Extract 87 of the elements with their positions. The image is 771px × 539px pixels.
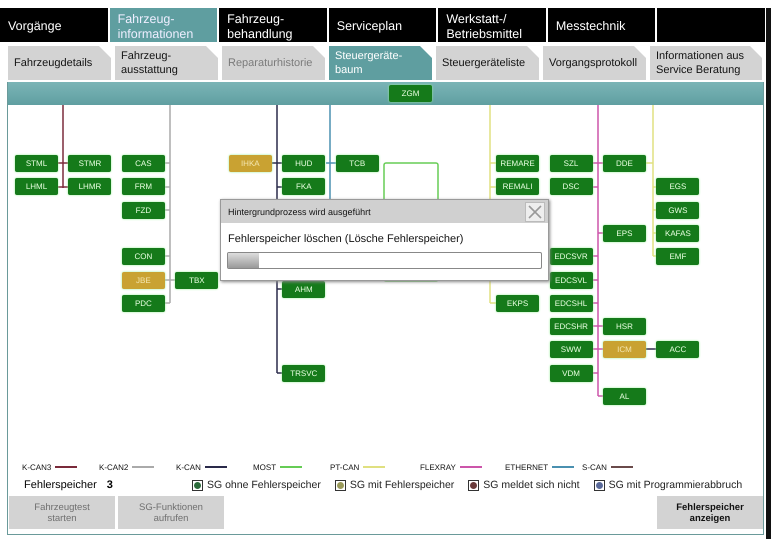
control-unit-node[interactable]: AHM: [282, 280, 326, 298]
connector-line: [592, 348, 603, 350]
connector-line: [58, 162, 69, 164]
control-unit-node[interactable]: EDCSHR: [550, 318, 592, 336]
control-unit-node[interactable]: TRSVC: [282, 364, 326, 382]
legend-label: FLEXRAY: [420, 462, 456, 472]
control-unit-node[interactable]: STMR: [68, 155, 112, 172]
status-legend-label: SG ohne Fehlerspeicher: [207, 479, 321, 491]
connector-line: [165, 209, 170, 211]
nav-tab[interactable]: Fahrzeug- informationen: [110, 8, 218, 42]
connector-line: [165, 279, 176, 281]
control-unit-node[interactable]: FRM: [122, 178, 165, 196]
connector-line: [653, 209, 656, 211]
control-unit-node[interactable]: EDCSHL: [550, 294, 592, 312]
connector-line: [165, 162, 170, 164]
fault-memory-label: Fehlerspeicher: [24, 479, 97, 491]
connector-line: [592, 162, 603, 164]
control-unit-node[interactable]: HUD: [282, 155, 326, 172]
control-unit-node[interactable]: LHMR: [68, 178, 112, 196]
legend-label: K-CAN: [176, 462, 201, 472]
legend-label: K-CAN2: [99, 462, 128, 472]
connector-line: [326, 162, 336, 164]
connector-line: [58, 186, 69, 188]
control-unit-node[interactable]: EMF: [656, 248, 700, 266]
nav-tab[interactable]: Fahrzeug- behandlung: [219, 8, 327, 42]
control-unit-node[interactable]: GWS: [656, 202, 700, 219]
control-unit-node[interactable]: REMARE: [496, 155, 540, 172]
status-legend-label: SG mit Fehlerspeicher: [350, 479, 454, 491]
dialog-title: Hintergrundprozess wird ausgeführt: [228, 206, 371, 216]
legend-label: PT-CAN: [330, 462, 360, 472]
control-unit-node[interactable]: DDE: [602, 155, 646, 172]
control-unit-node[interactable]: SWW: [550, 341, 592, 358]
status-legend-label: SG mit Programmierabbruch: [608, 479, 742, 491]
control-unit-node[interactable]: EDCSVL: [550, 272, 592, 288]
control-unit-node[interactable]: FKA: [282, 178, 326, 196]
control-unit-node[interactable]: HSR: [602, 318, 646, 336]
legend-label: S-CAN: [582, 462, 607, 472]
connector-line: [165, 186, 170, 188]
sub-tab[interactable]: Vorgangsprotokoll: [543, 46, 646, 80]
legend-label: K-CAN3: [22, 462, 52, 472]
control-unit-node[interactable]: EKPS: [496, 294, 540, 312]
control-unit-node[interactable]: SZL: [550, 155, 592, 172]
control-unit-node[interactable]: CON: [122, 248, 165, 266]
status-legend-label: SG meldet sich nicht: [483, 479, 580, 491]
legend-label: MOST: [253, 462, 276, 472]
control-unit-node[interactable]: ZGM: [389, 85, 432, 102]
close-button[interactable]: [525, 202, 545, 222]
legend-label: ETHERNET: [505, 462, 548, 472]
control-unit-node[interactable]: EPS: [602, 224, 646, 242]
control-unit-node[interactable]: TBX: [175, 272, 218, 288]
control-unit-node[interactable]: KAFAS: [656, 224, 700, 242]
control-unit-node[interactable]: AL: [602, 388, 646, 405]
connector-line: [598, 232, 603, 234]
control-unit-node[interactable]: EGS: [656, 178, 700, 196]
control-unit-node[interactable]: TCB: [336, 155, 379, 172]
control-unit-node[interactable]: PDC: [122, 294, 165, 312]
connector-line: [653, 255, 656, 257]
connector-line: [653, 186, 656, 188]
sub-tab[interactable]: Steuergeräte- baum: [329, 46, 432, 80]
connector-line: [165, 302, 170, 304]
sub-tab[interactable]: Fahrzeugdetails: [8, 46, 111, 80]
connector-line: [653, 232, 656, 234]
sub-tab[interactable]: Informationen aus Service Beratung: [650, 46, 762, 80]
nav-tab[interactable]: Werkstatt-/ Betriebsmittel: [438, 8, 546, 42]
control-unit-node[interactable]: ACC: [656, 341, 700, 358]
connector-line: [646, 162, 653, 164]
control-unit-node[interactable]: VDM: [550, 364, 592, 382]
fault-memory-count: 3: [106, 479, 113, 491]
dialog-message: Fehlerspeicher löschen (Lösche Fehlerspeicher): [228, 233, 464, 245]
nav-tab[interactable]: Vorgänge: [0, 8, 108, 42]
connector-line: [592, 325, 603, 327]
sub-tab[interactable]: Steuergeräteliste: [436, 46, 539, 80]
connector-line: [272, 162, 283, 164]
connector-line: [165, 255, 170, 257]
nav-tab[interactable]: Messtechnik: [548, 8, 656, 42]
sub-tab[interactable]: Fahrzeug- ausstattung: [115, 46, 218, 80]
control-unit-node[interactable]: DSC: [550, 178, 592, 196]
control-unit-node[interactable]: STML: [15, 155, 58, 172]
nav-tab[interactable]: Serviceplan: [328, 8, 436, 42]
control-unit-node[interactable]: REMALI: [496, 178, 540, 196]
control-unit-node[interactable]: CAS: [122, 155, 165, 172]
connector-line: [646, 348, 656, 350]
control-unit-node[interactable]: LHML: [15, 178, 58, 196]
control-unit-node[interactable]: EDCSVR: [550, 248, 592, 266]
action-button[interactable]: Fehlerspeicher anzeigen: [657, 496, 763, 529]
connector-line: [598, 395, 603, 397]
control-unit-node[interactable]: FZD: [122, 202, 165, 219]
